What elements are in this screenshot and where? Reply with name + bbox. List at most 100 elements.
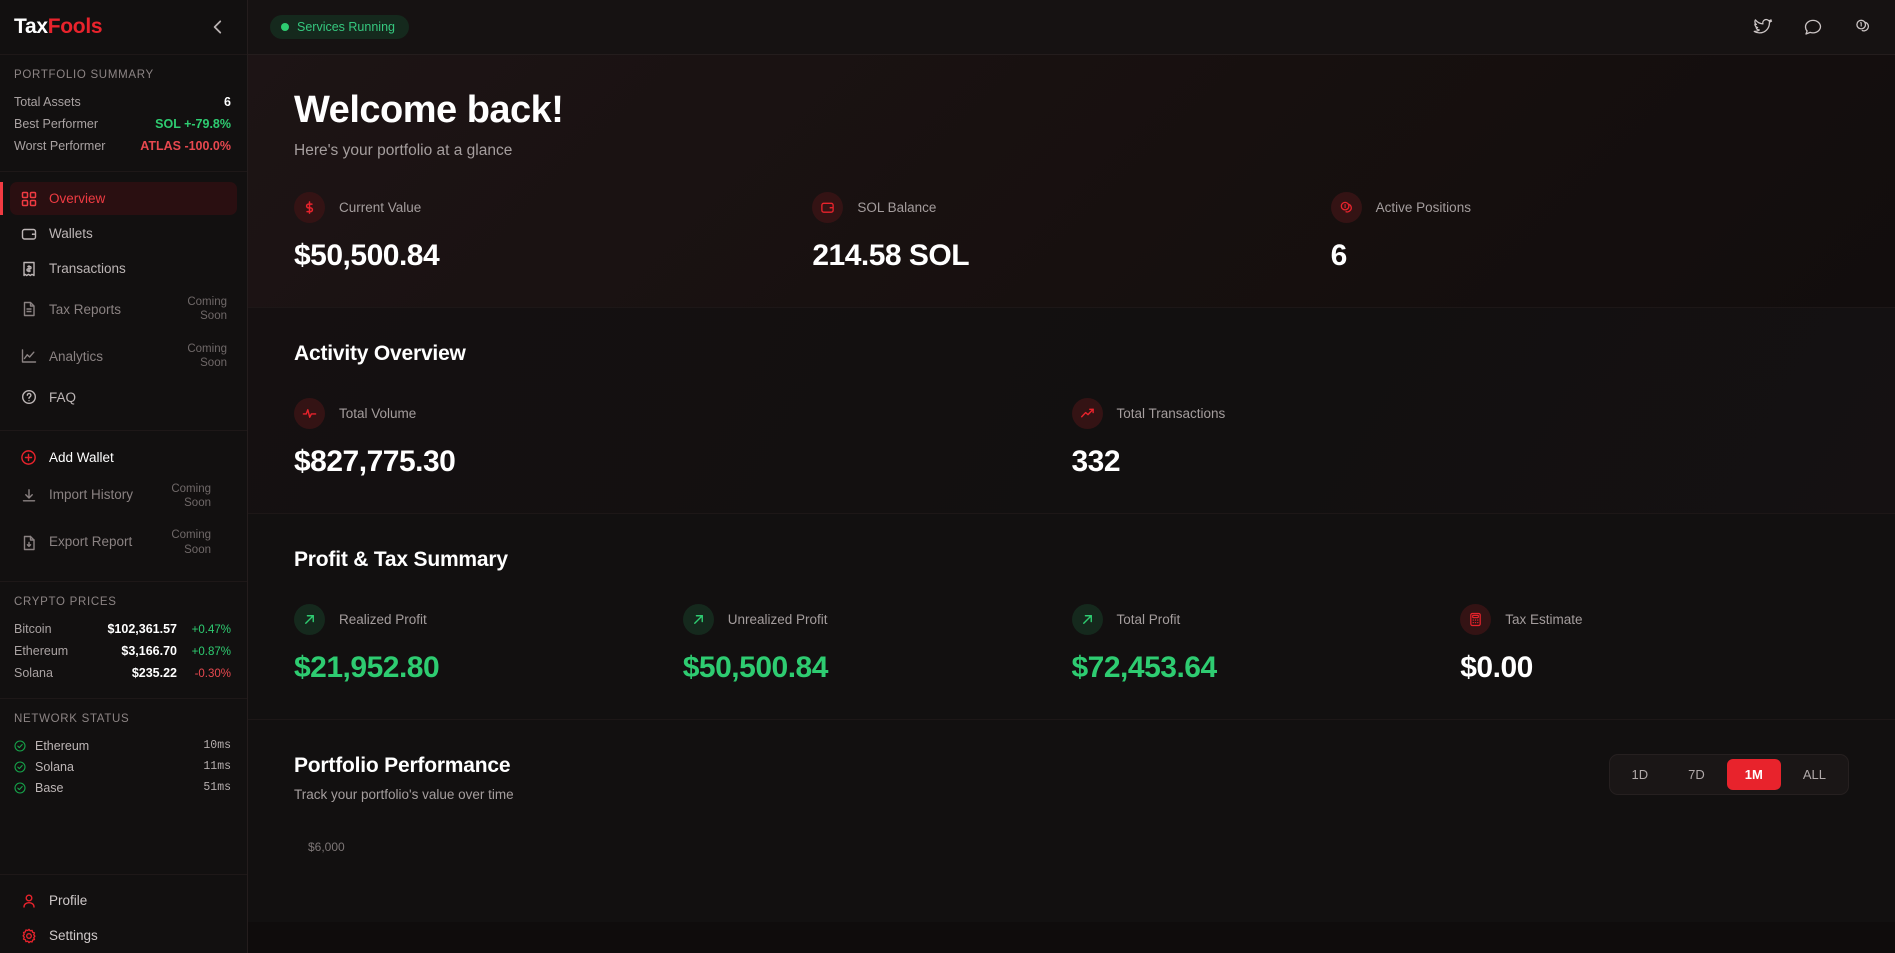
status-badge: Services Running bbox=[270, 15, 409, 39]
stat-value: $72,453.64 bbox=[1071, 651, 1218, 684]
stat-header: Realized Profit bbox=[294, 604, 683, 635]
range-button-1m[interactable]: 1M bbox=[1726, 759, 1781, 790]
sidebar-item-faq[interactable]: FAQ bbox=[10, 381, 237, 414]
sidebar-item-tax-reports[interactable]: Tax Reports Coming Soon bbox=[10, 287, 237, 332]
sidebar-item-label: Analytics bbox=[49, 348, 104, 364]
stat-value: $827,775.30 bbox=[294, 445, 456, 478]
stat-header: Unrealized Profit bbox=[682, 604, 1072, 635]
add-wallet-label: Add Wallet bbox=[49, 449, 114, 465]
welcome-panel: Welcome back! Here's your portfolio at a… bbox=[248, 55, 1895, 308]
stat-label: Tax Estimate bbox=[1505, 612, 1583, 627]
sidebar-item-label: Overview bbox=[49, 191, 106, 206]
network-status-section: NETWORK STATUS Ethereum 10ms Solana 11ms bbox=[0, 699, 247, 804]
hero-stats: Current Value $50,500.84 SOL Balance 214… bbox=[294, 192, 1849, 273]
sidebar-item-label: Export Report bbox=[49, 534, 133, 550]
sidebar: TaxFools PORTFOLIO SUMMARY Total Assets … bbox=[0, 0, 248, 953]
coming-soon-badge: Coming Soon bbox=[171, 482, 211, 509]
price-row-bitcoin: Bitcoin $102,361.57 +0.47% bbox=[14, 618, 231, 640]
stat-header: Total Volume bbox=[294, 398, 1072, 429]
page-title: Welcome back! bbox=[294, 89, 564, 131]
section-title-profit: Profit & Tax Summary bbox=[294, 548, 508, 571]
stat-card-sol-balance: SOL Balance 214.58 SOL bbox=[812, 192, 1330, 273]
price-change: +0.47% bbox=[191, 624, 231, 636]
network-latency: 51ms bbox=[203, 781, 231, 794]
stat-header: Total Transactions bbox=[1071, 398, 1850, 429]
stat-card-unrealized-profit: Unrealized Profit $50,500.84 bbox=[682, 604, 1072, 685]
download-icon bbox=[20, 487, 37, 504]
coming-soon-badge: Coming Soon bbox=[187, 296, 227, 323]
sidebar-item-profile[interactable]: Profile bbox=[10, 883, 237, 918]
page-subtitle: Here's your portfolio at a glance bbox=[294, 142, 513, 159]
stat-label: Total Profit bbox=[1116, 612, 1181, 627]
check-circle-icon bbox=[14, 739, 26, 752]
stat-card-active-positions: Active Positions 6 bbox=[1330, 192, 1849, 273]
sidebar-item-overview[interactable]: Overview bbox=[0, 182, 237, 215]
arrow-up-right-icon bbox=[1071, 604, 1103, 635]
sidebar-item-label: Wallets bbox=[49, 226, 93, 241]
network-latency: 11ms bbox=[203, 760, 231, 773]
sidebar-item-label: Settings bbox=[49, 928, 98, 943]
coins-icon[interactable] bbox=[1853, 17, 1873, 37]
stat-header: Tax Estimate bbox=[1460, 604, 1849, 635]
crypto-prices-section: CRYPTO PRICES Bitcoin $102,361.57 +0.47%… bbox=[0, 582, 247, 690]
sidebar-item-settings[interactable]: Settings bbox=[10, 918, 237, 953]
stat-label: Realized Profit bbox=[339, 612, 427, 627]
twitter-icon[interactable] bbox=[1753, 17, 1773, 37]
chat-bubble-icon[interactable] bbox=[1803, 17, 1823, 37]
top-bar-actions bbox=[1753, 17, 1873, 37]
profit-tax-panel: Profit & Tax Summary Realized Profit $21… bbox=[248, 514, 1895, 720]
network-status-title: NETWORK STATUS bbox=[14, 713, 130, 725]
brand-header: TaxFools bbox=[0, 0, 247, 55]
summary-value: 6 bbox=[224, 95, 231, 109]
range-button-7d[interactable]: 7D bbox=[1670, 759, 1723, 790]
summary-row-worst-performer: Worst Performer ATLAS -100.0% bbox=[14, 135, 231, 157]
app-root: TaxFools PORTFOLIO SUMMARY Total Assets … bbox=[0, 0, 1895, 953]
plus-circle-icon bbox=[20, 449, 37, 466]
sidebar-item-import-history[interactable]: Import History Coming Soon bbox=[10, 474, 237, 519]
stat-header: SOL Balance bbox=[812, 192, 1330, 223]
price-name: Ethereum bbox=[14, 644, 69, 658]
dashboard-content: Welcome back! Here's your portfolio at a… bbox=[248, 55, 1895, 953]
profit-stats: Realized Profit $21,952.80 Unrealized Pr… bbox=[294, 604, 1849, 685]
time-range-selector: 1D 7D 1M ALL bbox=[1608, 754, 1849, 795]
dollar-icon bbox=[294, 192, 325, 223]
stat-card-total-transactions: Total Transactions 332 bbox=[1071, 398, 1850, 479]
stat-header: Current Value bbox=[294, 192, 812, 223]
file-export-icon bbox=[20, 534, 37, 551]
wallet-icon bbox=[812, 192, 844, 223]
app-logo[interactable]: TaxFools bbox=[14, 15, 103, 39]
add-wallet-button[interactable]: Add Wallet bbox=[10, 441, 237, 474]
summary-label: Total Assets bbox=[14, 95, 81, 109]
stat-value: $50,500.84 bbox=[682, 651, 829, 684]
range-button-all[interactable]: ALL bbox=[1785, 759, 1844, 790]
stat-label: Current Value bbox=[339, 200, 422, 215]
performance-header: Portfolio Performance Track your portfol… bbox=[294, 754, 1849, 802]
check-circle-icon bbox=[14, 781, 26, 794]
summary-row-best-performer: Best Performer SOL +-79.8% bbox=[14, 113, 231, 135]
chart-y-axis-tick: $6,000 bbox=[308, 840, 345, 854]
price-change: -0.30% bbox=[194, 668, 231, 680]
chevron-left-icon[interactable] bbox=[209, 18, 227, 36]
sidebar-item-label: Transactions bbox=[49, 261, 126, 276]
network-name: Base bbox=[35, 780, 64, 795]
performance-subtitle: Track your portfolio's value over time bbox=[294, 787, 514, 802]
price-name: Solana bbox=[14, 666, 53, 680]
arrow-up-right-icon bbox=[294, 604, 325, 635]
stat-header: Total Profit bbox=[1071, 604, 1461, 635]
sidebar-item-wallets[interactable]: Wallets bbox=[10, 217, 237, 250]
section-title-activity: Activity Overview bbox=[294, 342, 466, 365]
coming-soon-badge: Coming Soon bbox=[187, 342, 227, 370]
sidebar-item-analytics[interactable]: Analytics Coming Soon bbox=[10, 334, 237, 379]
sidebar-item-label: Profile bbox=[49, 893, 88, 908]
range-button-1d[interactable]: 1D bbox=[1614, 759, 1667, 790]
sidebar-item-transactions[interactable]: Transactions bbox=[10, 252, 237, 285]
price-change: +0.87% bbox=[191, 646, 231, 658]
sidebar-item-label: FAQ bbox=[49, 389, 77, 405]
sidebar-item-export-report[interactable]: Export Report Coming Soon bbox=[10, 520, 237, 565]
stat-card-realized-profit: Realized Profit $21,952.80 bbox=[294, 604, 683, 685]
chart-line-icon bbox=[20, 348, 37, 365]
grid-icon bbox=[20, 190, 37, 207]
stat-value: 6 bbox=[1330, 239, 1348, 272]
network-row-base: Base 51ms bbox=[14, 777, 231, 798]
pulse-icon bbox=[294, 398, 325, 429]
